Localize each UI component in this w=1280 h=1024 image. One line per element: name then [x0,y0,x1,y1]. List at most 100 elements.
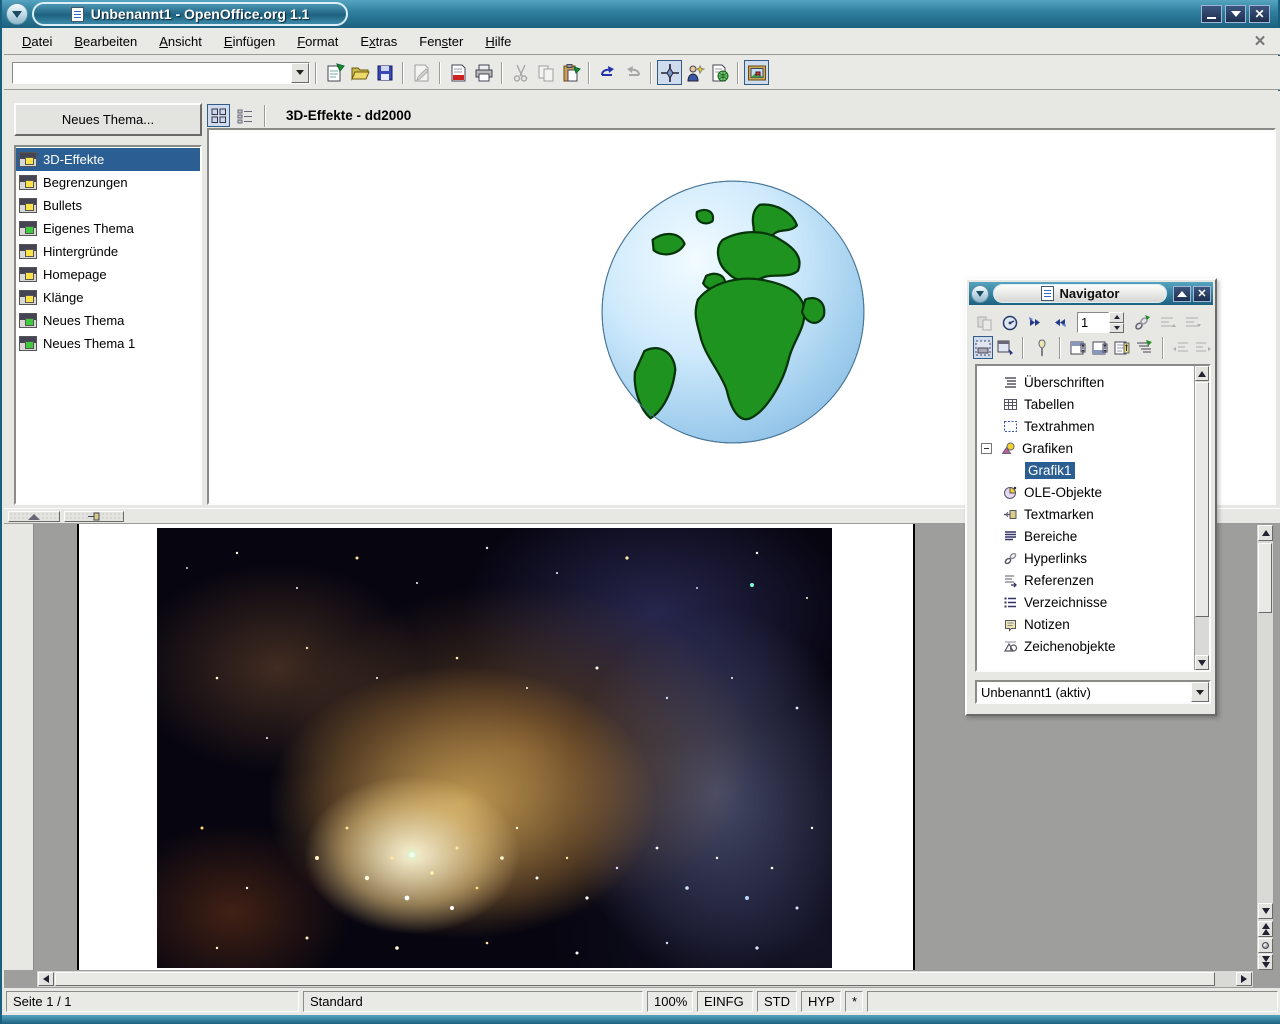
save-button[interactable] [372,60,397,85]
spin-up-button[interactable] [1109,312,1124,323]
tree-item-ole-objekte[interactable]: OLE-Objekte [977,481,1209,503]
icon-view-button[interactable] [207,104,230,127]
anchor-text-button[interactable] [1112,336,1132,359]
header-button[interactable] [1068,336,1088,359]
tree-item-tabellen[interactable]: Tabellen [977,393,1209,415]
menu-ansicht[interactable]: Ansicht [149,30,212,53]
document-select-dropdown[interactable]: Unbenannt1 (aktiv) [975,680,1211,704]
theme-item-neues-thema-1[interactable]: Neues Thema 1 [16,332,200,355]
navigator-titlebar[interactable]: Navigator ✕ [969,282,1213,305]
collapse-expander-icon[interactable] [981,443,992,454]
scroll-up-button[interactable] [1258,525,1273,541]
tree-scroll-up-button[interactable] [1195,366,1209,381]
navigation-toolbox-button[interactable] [998,311,1021,334]
theme-item-hintergruende[interactable]: Hintergründe [16,240,200,263]
content-view-button[interactable] [995,336,1015,359]
tree-item-grafiken[interactable]: Grafiken [977,437,1209,459]
gallery-toggle-button[interactable] [744,60,769,85]
close-button[interactable]: ✕ [1249,5,1270,23]
tree-item-notizen[interactable]: Notizen [977,613,1209,635]
paste-button[interactable] [558,60,583,85]
vertical-scrollbar[interactable] [1256,524,1274,970]
outline-level-button[interactable] [1134,336,1154,359]
status-page-style[interactable]: Standard [303,991,643,1012]
scroll-right-button[interactable] [1236,972,1252,986]
navigation-button[interactable] [1258,938,1273,953]
tree-item-zeichenobjekte[interactable]: Zeichenobjekte [977,635,1209,657]
window-menu-button[interactable] [6,3,28,25]
redo-button[interactable] [620,60,645,85]
listbox-toggle-button[interactable] [973,336,993,359]
previous-page-button[interactable] [1258,921,1273,937]
globe-image[interactable] [599,178,867,446]
export-pdf-button[interactable] [446,60,471,85]
splitter-stick-button[interactable] [64,511,124,522]
edit-file-button[interactable] [409,60,434,85]
theme-item-3d-effekte[interactable]: 3D-Effekte [16,148,200,171]
next-object-button[interactable] [1048,311,1071,334]
shade-button[interactable] [1225,5,1246,23]
vertical-scroll-thumb[interactable] [1258,543,1272,613]
nebula-image[interactable] [157,528,832,968]
menu-hilfe[interactable]: Hilfe [475,30,521,53]
scroll-left-button[interactable] [38,972,54,986]
theme-item-klaenge[interactable]: Klänge [16,286,200,309]
theme-item-eigenes-thema[interactable]: Eigenes Thema [16,217,200,240]
navigator-toggle-button[interactable] [657,60,682,85]
navigator-stick-button[interactable] [1173,286,1191,302]
status-selection-mode[interactable]: STD [757,991,797,1012]
status-insert-mode[interactable]: EINFG [697,991,753,1012]
stylist-toggle-button[interactable] [682,60,707,85]
menu-bearbeiten[interactable]: Bearbeiten [64,30,147,53]
new-theme-button[interactable]: Neues Thema... [14,103,202,136]
status-zoom[interactable]: 100% [647,991,693,1012]
theme-item-neues-thema[interactable]: Neues Thema [16,309,200,332]
horizontal-scrollbar[interactable] [36,970,1254,988]
menu-einfuegen[interactable]: Einfügen [214,30,285,53]
copy-button[interactable] [533,60,558,85]
tree-item-ueberschriften[interactable]: Überschriften [977,371,1209,393]
demote-level-button[interactable] [1193,336,1213,359]
tree-item-verzeichnisse[interactable]: Verzeichnisse [977,591,1209,613]
footer-button[interactable] [1090,336,1110,359]
dropdown-button[interactable] [1191,682,1209,702]
demote-chapter-button[interactable] [1180,311,1203,334]
promote-level-button[interactable] [1171,336,1191,359]
menu-extras[interactable]: Extras [350,30,407,53]
tree-scroll-down-button[interactable] [1195,655,1209,670]
tree-item-bereiche[interactable]: Bereiche [977,525,1209,547]
tree-scroll-thumb[interactable] [1195,382,1209,617]
menu-format[interactable]: Format [287,30,348,53]
theme-item-bullets[interactable]: Bullets [16,194,200,217]
new-document-button[interactable] [322,60,347,85]
tree-item-hyperlinks[interactable]: Hyperlinks [977,547,1209,569]
splitter-collapse-button[interactable] [8,511,60,522]
previous-object-button[interactable] [1023,311,1046,334]
print-button[interactable] [471,60,496,85]
theme-item-begrenzungen[interactable]: Begrenzungen [16,171,200,194]
page-number-input[interactable] [1077,312,1109,333]
horizontal-scroll-thumb[interactable] [55,972,1215,986]
promote-chapter-button[interactable] [1155,311,1178,334]
minimize-button[interactable] [1201,5,1222,23]
toggle-master-view-button[interactable] [973,311,996,334]
detail-view-button[interactable] [233,104,256,127]
undo-button[interactable] [595,60,620,85]
menu-datei[interactable]: Datei [12,30,62,53]
url-input[interactable] [13,63,291,83]
cut-button[interactable] [508,60,533,85]
tree-item-textmarken[interactable]: Textmarken [977,503,1209,525]
tree-scrollbar[interactable] [1194,366,1209,670]
close-document-icon[interactable]: ✕ [1252,33,1268,49]
status-hyperlink-mode[interactable]: HYP [801,991,841,1012]
url-dropdown-button[interactable] [291,63,309,83]
set-reminder-button[interactable] [1031,336,1051,359]
scroll-down-button[interactable] [1258,903,1273,919]
navigator-close-button[interactable]: ✕ [1193,286,1211,302]
menu-fenster[interactable]: Fenster [409,30,473,53]
navigator-menu-button[interactable] [971,285,989,303]
hyperlink-dialog-button[interactable] [707,60,732,85]
spin-down-button[interactable] [1109,323,1124,334]
tree-item-textrahmen[interactable]: Textrahmen [977,415,1209,437]
theme-item-homepage[interactable]: Homepage [16,263,200,286]
